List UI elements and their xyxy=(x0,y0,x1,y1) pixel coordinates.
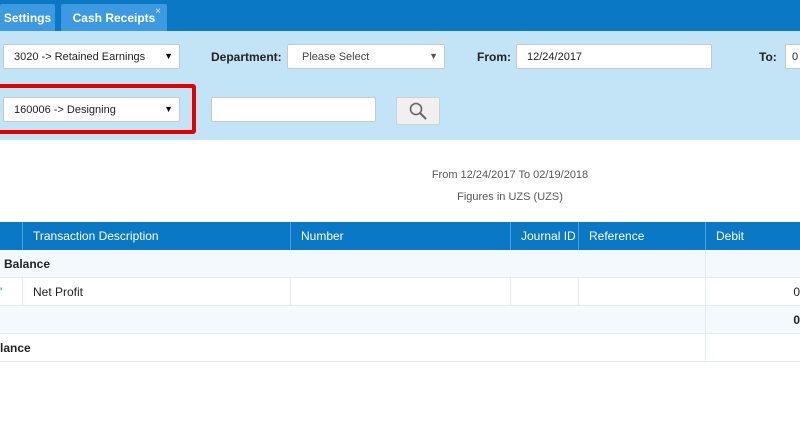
col-number[interactable]: Number xyxy=(290,222,510,250)
account-select[interactable]: 3020 -> Retained Earnings ▼ xyxy=(3,44,180,69)
col-debit[interactable]: Debit xyxy=(705,222,800,250)
reference-cell xyxy=(578,278,705,305)
department-select-value: Please Select xyxy=(302,50,370,63)
to-label: To: xyxy=(759,50,777,64)
description-cell: Net Profit xyxy=(22,278,290,305)
col-journal-id[interactable]: Journal ID xyxy=(510,222,578,250)
department-select[interactable]: Please Select ▼ xyxy=(287,44,445,69)
report-date-range: From 12/24/2017 To 02/19/2018 xyxy=(431,169,589,181)
to-date-input[interactable]: 0 xyxy=(785,44,800,69)
filter-panel: 3020 -> Retained Earnings ▼ Department: … xyxy=(0,31,800,140)
row-label xyxy=(0,306,705,333)
from-label: From: xyxy=(477,50,511,64)
row-label: Balance xyxy=(4,256,51,271)
close-icon[interactable]: × xyxy=(155,6,161,17)
table-row[interactable]: 0 xyxy=(0,306,800,334)
table-row[interactable]: Balance xyxy=(0,250,800,278)
table-row[interactable]: ' Net Profit 0 xyxy=(0,278,800,306)
journal-id-cell xyxy=(510,278,578,305)
account-select-value: 3020 -> Retained Earnings xyxy=(14,50,146,63)
row-marker: ' xyxy=(0,284,3,299)
debit-cell: 0 xyxy=(705,278,800,305)
col-transaction-description[interactable]: Transaction Description xyxy=(22,222,290,250)
debit-cell xyxy=(705,334,800,361)
table-row[interactable]: lance xyxy=(0,334,800,362)
department-label: Department: xyxy=(211,50,282,64)
table-header: Transaction Description Number Journal I… xyxy=(0,222,800,250)
tab-cash-receipts-label: Cash Receipts xyxy=(72,10,156,25)
search-icon xyxy=(409,102,427,120)
debit-cell xyxy=(705,250,800,277)
tab-settings-label: Settings xyxy=(3,10,52,25)
to-date-value: 0 xyxy=(792,50,799,63)
from-date-input[interactable]: 12/24/2017 xyxy=(516,44,712,69)
highlight-box xyxy=(0,84,196,134)
tab-cash-receipts[interactable]: Cash Receipts × xyxy=(61,4,167,31)
caret-down-icon: ▼ xyxy=(429,51,438,61)
tab-settings[interactable]: Settings xyxy=(0,4,55,31)
debit-cell: 0 xyxy=(705,306,800,333)
number-cell xyxy=(290,278,510,305)
report-currency: Figures in UZS (UZS) xyxy=(457,191,563,203)
from-date-value: 12/24/2017 xyxy=(527,50,583,63)
tab-bar: Settings Cash Receipts × xyxy=(0,0,800,31)
search-input[interactable] xyxy=(211,97,376,122)
col-reference[interactable]: Reference xyxy=(578,222,705,250)
search-button[interactable] xyxy=(396,97,440,125)
row-label: lance xyxy=(0,340,31,355)
caret-down-icon: ▼ xyxy=(164,51,173,61)
